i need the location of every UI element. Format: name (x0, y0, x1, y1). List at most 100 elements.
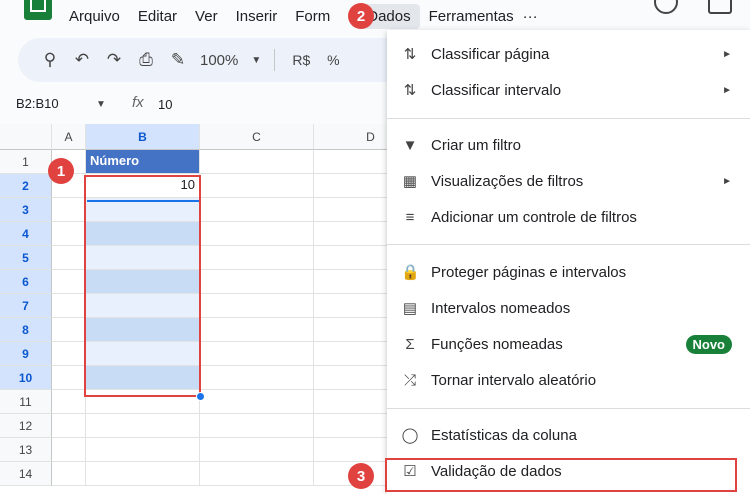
grid-cell[interactable] (52, 462, 86, 486)
column-header-b[interactable]: B (86, 124, 200, 150)
grid-cell[interactable] (200, 198, 314, 222)
menu-item-intervalo-aleatorio[interactable]: ⤮ Tornar intervalo aleatório (387, 362, 750, 398)
cell-b13[interactable] (86, 438, 200, 462)
shuffle-icon: ⤮ (403, 371, 416, 389)
row-header-6[interactable]: 6 (0, 270, 52, 294)
menubar: Arquivo Editar Ver Inserir Form Dados Fe… (60, 0, 547, 32)
sort-icon: ⇅ (403, 82, 417, 99)
menu-more[interactable]: ··· (523, 4, 547, 29)
grid-cell[interactable] (200, 294, 314, 318)
grid-cell[interactable] (200, 174, 314, 198)
grid-cell[interactable] (52, 414, 86, 438)
row-header-1[interactable]: 1 (0, 150, 52, 174)
select-all-corner[interactable] (0, 124, 52, 150)
fx-icon: fx (132, 94, 144, 111)
selection-highlight-box (84, 175, 201, 397)
grid-cell[interactable] (52, 270, 86, 294)
fill-handle[interactable] (196, 392, 205, 401)
row-header-7[interactable]: 7 (0, 294, 52, 318)
grid-cell[interactable] (200, 414, 314, 438)
grid-cell[interactable] (200, 222, 314, 246)
sheets-logo[interactable] (24, 0, 52, 20)
row-header-14[interactable]: 14 (0, 462, 52, 486)
sort-icon: ⇅ (403, 46, 417, 63)
grid-cell[interactable] (200, 150, 314, 174)
lightbulb-icon: ◯ (401, 427, 419, 444)
history-icon[interactable] (654, 0, 678, 14)
grid-cell[interactable] (200, 366, 314, 390)
grid-cell[interactable] (200, 462, 314, 486)
grid-cell[interactable] (52, 438, 86, 462)
grid-cell[interactable] (200, 246, 314, 270)
row-header-2[interactable]: 2 (0, 174, 52, 198)
submenu-arrow-icon: ► (722, 84, 732, 96)
row-header-10[interactable]: 10 (0, 366, 52, 390)
column-header-c[interactable]: C (200, 124, 314, 150)
validation-highlight-box (385, 458, 737, 492)
menu-item-estatisticas-coluna[interactable]: ◯ Estatísticas da coluna (387, 417, 750, 453)
dados-menu: ⇅ Classificar página ► ⇅ Classificar int… (387, 30, 750, 494)
grid-cell[interactable] (200, 390, 314, 414)
menu-divider (387, 244, 750, 245)
cell-b1[interactable]: Número (86, 150, 200, 174)
cell-b12[interactable] (86, 414, 200, 438)
filter-icon: ▼ (402, 136, 418, 154)
name-box[interactable]: B2:B10 (16, 96, 59, 111)
grid-cell[interactable] (200, 438, 314, 462)
zoom-select[interactable]: 100% (194, 52, 248, 69)
undo-icon[interactable]: ↶ (66, 50, 98, 70)
menu-item-classificar-pagina[interactable]: ⇅ Classificar página ► (387, 36, 750, 72)
named-range-icon: ▤ (402, 300, 418, 317)
row-header-9[interactable]: 9 (0, 342, 52, 366)
menu-item-classificar-intervalo[interactable]: ⇅ Classificar intervalo ► (387, 72, 750, 108)
grid-cell[interactable] (52, 246, 86, 270)
search-icon[interactable]: ⚲ (34, 50, 66, 70)
grid-cell[interactable] (52, 390, 86, 414)
row-header-8[interactable]: 8 (0, 318, 52, 342)
row-header-12[interactable]: 12 (0, 414, 52, 438)
filter-views-icon: ▦ (402, 173, 418, 190)
menu-arquivo[interactable]: Arquivo (60, 4, 129, 29)
currency-button[interactable]: R$ (285, 52, 317, 68)
row-header-11[interactable]: 11 (0, 390, 52, 414)
grid-cell[interactable] (52, 222, 86, 246)
menu-divider (387, 118, 750, 119)
grid-cell[interactable] (52, 366, 86, 390)
print-icon[interactable]: ⎙ (130, 50, 162, 70)
grid-cell[interactable] (52, 198, 86, 222)
grid-cell[interactable] (200, 318, 314, 342)
chevron-down-icon[interactable]: ▼ (248, 55, 264, 66)
menu-item-intervalos-nomeados[interactable]: ▤ Intervalos nomeados (387, 290, 750, 326)
grid-cell[interactable] (52, 318, 86, 342)
menu-item-funcoes-nomeadas[interactable]: Σ Funções nomeadas Novo (387, 326, 750, 362)
redo-icon[interactable]: ↷ (98, 50, 130, 70)
step-badge-2: 2 (348, 3, 374, 29)
filter-list-icon: ≡ (405, 208, 415, 226)
row-header-3[interactable]: 3 (0, 198, 52, 222)
menu-ferramentas[interactable]: Ferramentas (420, 4, 523, 29)
grid-cell[interactable] (52, 294, 86, 318)
menu-item-visualizacoes-filtros[interactable]: ▦ Visualizações de filtros ► (387, 163, 750, 199)
menu-item-criar-filtro[interactable]: ▼ Criar um filtro (387, 127, 750, 163)
chevron-down-icon[interactable]: ▼ (96, 99, 106, 110)
grid-cell[interactable] (200, 270, 314, 294)
menu-inserir[interactable]: Inserir (227, 4, 287, 29)
top-right-icons (654, 0, 732, 14)
percent-button[interactable]: % (317, 52, 349, 68)
menu-item-proteger[interactable]: 🔒 Proteger páginas e intervalos (387, 254, 750, 290)
grid-cell[interactable] (52, 342, 86, 366)
menu-item-controle-filtros[interactable]: ≡ Adicionar um controle de filtros (387, 199, 750, 235)
grid-cell[interactable] (200, 342, 314, 366)
comments-icon[interactable] (708, 0, 732, 14)
menu-divider (387, 408, 750, 409)
column-header-a[interactable]: A (52, 124, 86, 150)
menu-editar[interactable]: Editar (129, 4, 186, 29)
paint-format-icon[interactable]: ✎ (162, 50, 194, 70)
formula-input[interactable]: 10 (158, 97, 172, 112)
menu-ver[interactable]: Ver (186, 4, 227, 29)
row-header-5[interactable]: 5 (0, 246, 52, 270)
active-cell-indicator (87, 200, 199, 202)
row-header-4[interactable]: 4 (0, 222, 52, 246)
row-header-13[interactable]: 13 (0, 438, 52, 462)
cell-b14[interactable] (86, 462, 200, 486)
